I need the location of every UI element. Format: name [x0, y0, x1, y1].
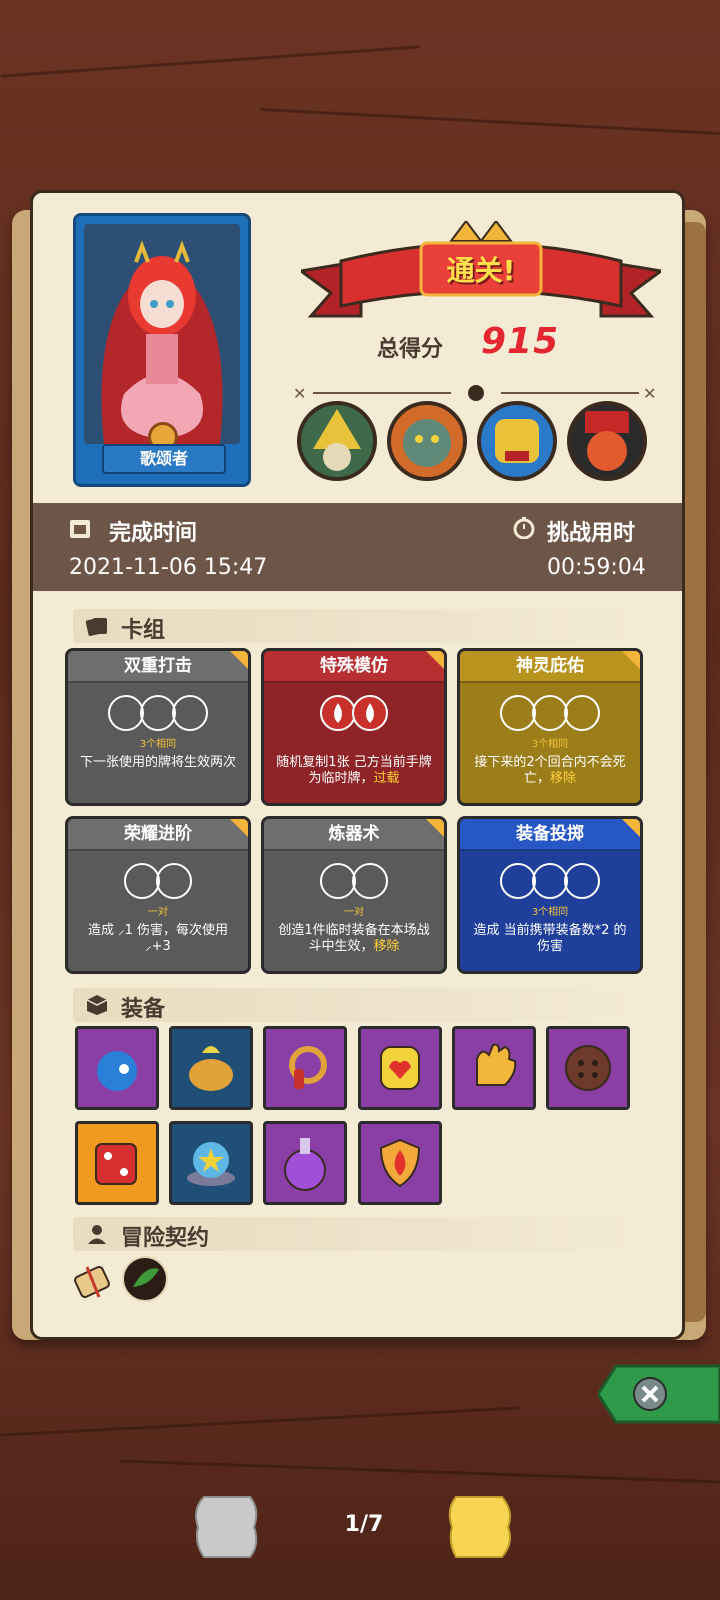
card-effect-text: 造成 ⸝1 伤害，每次使用 ⸝+3: [87, 923, 229, 954]
deck-title: 卡组: [121, 618, 166, 643]
card-title: 炼器术: [264, 819, 444, 851]
card-title: 特殊模仿: [264, 651, 444, 683]
mask-boss-portrait-icon: [477, 401, 557, 481]
card-combo-rings-icon: [500, 863, 600, 899]
cook-boss-portrait-icon: [567, 401, 647, 481]
completion-time-label: 完成时间: [109, 521, 198, 546]
card-description: 造成 当前携带装备数*2 的伤害: [468, 923, 632, 955]
blue-flame-creature-icon: [97, 1051, 137, 1091]
equipment-slot[interactable]: [452, 1026, 536, 1110]
red-dice-icon: [95, 1143, 137, 1185]
hero-portrait: [84, 224, 240, 444]
defeated-bosses: [297, 401, 657, 487]
card-combo-tag: 一对: [344, 907, 364, 918]
card-effect-text: 下一张使用的牌将生效两次: [79, 755, 236, 770]
card-combo-rings-icon: [500, 695, 600, 731]
hero-name: 歌颂者: [102, 444, 226, 474]
wood-grain: [120, 1459, 720, 1484]
victory-title: 通关!: [446, 254, 516, 287]
cube-icon: [86, 995, 108, 1015]
equipment-slot[interactable]: [169, 1026, 253, 1110]
deck-card[interactable]: 装备投掷 3个相同造成 当前携带装备数*2 的伤害: [457, 816, 643, 974]
wood-grain: [0, 45, 420, 78]
card-effect-text: 随机复制1张 己方当前手牌 为临时牌，: [276, 755, 432, 786]
equipment-slot[interactable]: [263, 1121, 347, 1205]
result-page: 歌颂者 通关! 总得分 915 ✕ ✕ 完成时间 2021-11-06 15:4…: [30, 190, 685, 1340]
flame-shield-icon: [379, 1138, 421, 1188]
equipment-slot[interactable]: [75, 1026, 159, 1110]
ring-potion-icon: [289, 1046, 327, 1089]
wizard-boss-portrait-icon: [297, 401, 377, 481]
score-value: 915: [481, 321, 560, 362]
score-row: 总得分 915: [333, 321, 633, 371]
purple-flask-icon: [284, 1138, 326, 1191]
stopwatch-icon: [513, 517, 535, 539]
card-title: 荣耀进阶: [68, 819, 248, 851]
deck-card[interactable]: 荣耀进阶一对造成 ⸝1 伤害，每次使用 ⸝+3: [65, 816, 251, 974]
equipment-slot[interactable]: [75, 1121, 159, 1205]
page-indicator: 1/7: [344, 1512, 384, 1537]
equipment-slot[interactable]: [263, 1026, 347, 1110]
scroll-icon[interactable]: [69, 1257, 117, 1305]
card-effect-text: 造成 当前携带装备数*2 的伤害: [473, 923, 627, 954]
card-keyword: 过载: [373, 771, 400, 786]
equipment-section-header: 装备: [73, 988, 638, 1022]
equipment-slot[interactable]: [358, 1026, 442, 1110]
equipment-slot[interactable]: [546, 1026, 630, 1110]
card-title: 神灵庇佑: [460, 651, 640, 683]
card-title: 装备投掷: [460, 819, 640, 851]
time-bar: 完成时间 2021-11-06 15:47 挑战用时 00:59:04: [33, 503, 682, 591]
score-label: 总得分: [377, 337, 444, 362]
cards-icon: [85, 618, 107, 636]
deck-card[interactable]: 神灵庇佑 3个相同接下来的2个回合内不会死亡，移除: [457, 648, 643, 806]
card-title: 双重打击: [68, 651, 248, 683]
button-coin-icon: [565, 1045, 611, 1091]
wood-grain: [0, 1406, 520, 1437]
close-button[interactable]: [598, 1364, 720, 1424]
prev-page-button[interactable]: [190, 1495, 262, 1559]
card-description: 创造1件临时装备在本场战斗中生效，移除: [272, 923, 436, 955]
person-icon: [88, 1225, 106, 1244]
card-description: 造成 ⸝1 伤害，每次使用 ⸝+3: [76, 923, 240, 955]
card-combo-tag: 3个相同: [531, 739, 569, 750]
card-combo-tag: 3个相同: [139, 739, 177, 750]
equipment-slot[interactable]: [169, 1121, 253, 1205]
deck-card[interactable]: 炼器术一对创造1件临时装备在本场战斗中生效，移除: [261, 816, 447, 974]
contract-section-header: 冒险契约: [73, 1217, 638, 1251]
glove-icon: [476, 1043, 517, 1086]
troll-boss-portrait-icon: [387, 401, 467, 481]
card-description: 下一张使用的牌将生效两次: [76, 755, 240, 771]
deck-card[interactable]: 特殊模仿随机复制1张 己方当前手牌 为临时牌，过载: [261, 648, 447, 806]
card-combo-tag: 一对: [148, 907, 168, 918]
card-combo-rings-icon: [320, 863, 388, 899]
completion-time-value: 2021-11-06 15:47: [69, 555, 268, 580]
deck-card[interactable]: 双重打击 3个相同下一张使用的牌将生效两次: [65, 648, 251, 806]
next-page-button[interactable]: [446, 1495, 518, 1559]
card-combo-tag: 3个相同: [531, 907, 569, 918]
equipment-slot[interactable]: [358, 1121, 442, 1205]
wood-grain: [260, 107, 720, 136]
card-description: 接下来的2个回合内不会死亡，移除: [468, 755, 632, 787]
hero-card[interactable]: 歌颂者: [73, 213, 251, 487]
deck-section-header: 卡组: [73, 609, 638, 643]
heart-gem-icon: [380, 1046, 420, 1090]
equipment-title: 装备: [121, 997, 166, 1022]
card-description: 随机复制1张 己方当前手牌 为临时牌，过载: [272, 755, 436, 787]
victory-banner: 通关!: [297, 219, 665, 331]
herb-badge-icon[interactable]: [121, 1255, 169, 1303]
duration-label: 挑战用时: [547, 521, 636, 546]
card-keyword: 移除: [373, 939, 400, 954]
duration-value: 00:59:04: [547, 555, 646, 580]
card-combo-rings-icon: [108, 695, 208, 731]
golden-pot-icon: [189, 1046, 233, 1091]
card-effect-text: 创造1件临时装备在本场战斗中生效，: [278, 923, 430, 954]
contract-title: 冒险契约: [121, 1226, 210, 1251]
star-orb-icon: [187, 1142, 235, 1186]
calendar-icon: [70, 520, 90, 538]
card-combo-rings-icon: [124, 863, 192, 899]
card-keyword: 移除: [550, 771, 577, 786]
card-combo-rings-icon: [320, 695, 388, 731]
